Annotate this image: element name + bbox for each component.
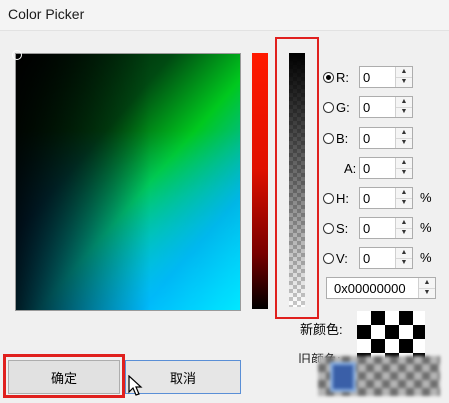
spin-down-icon[interactable]: ▼ bbox=[396, 258, 412, 268]
spin-s[interactable]: ▲ ▼ bbox=[359, 217, 413, 239]
channel-label-v: V: bbox=[336, 250, 348, 266]
spin-h[interactable]: ▲ ▼ bbox=[359, 187, 413, 209]
window-title: Color Picker bbox=[8, 6, 85, 22]
new-color-label: 新颜色: bbox=[300, 322, 343, 337]
channel-row-r: R: ▲ ▼ bbox=[323, 66, 413, 88]
radio-g[interactable] bbox=[323, 101, 334, 113]
spin-down-icon[interactable]: ▼ bbox=[396, 168, 412, 178]
channel-label-h: H: bbox=[336, 190, 349, 206]
spin-input-h[interactable] bbox=[363, 190, 393, 206]
spin-arrows-g: ▲ ▼ bbox=[395, 97, 412, 117]
old-color-swatch bbox=[318, 356, 440, 396]
radio-h[interactable] bbox=[323, 192, 334, 204]
hex-spin-arrows: ▲ ▼ bbox=[418, 278, 435, 298]
spin-input-g[interactable] bbox=[363, 99, 393, 115]
spin-down-icon[interactable]: ▼ bbox=[419, 288, 435, 298]
spin-input-a[interactable] bbox=[363, 160, 393, 176]
hex-input[interactable] bbox=[334, 280, 414, 296]
sv-dark-layer bbox=[16, 54, 240, 310]
percent-label-h: % bbox=[420, 190, 432, 205]
spin-arrows-h: ▲ ▼ bbox=[395, 188, 412, 208]
channel-label-r: R: bbox=[336, 69, 349, 85]
alpha-slider[interactable] bbox=[289, 53, 305, 307]
spin-v[interactable]: ▲ ▼ bbox=[359, 247, 413, 269]
spin-down-icon[interactable]: ▼ bbox=[396, 77, 412, 87]
radio-b[interactable] bbox=[323, 132, 334, 144]
radio-s[interactable] bbox=[323, 222, 334, 234]
spin-r[interactable]: ▲ ▼ bbox=[359, 66, 413, 88]
spin-b[interactable]: ▲ ▼ bbox=[359, 127, 413, 149]
channel-row-v: V: ▲ ▼ % bbox=[323, 247, 432, 269]
hex-spin[interactable]: ▲ ▼ bbox=[326, 277, 436, 299]
spin-down-icon[interactable]: ▼ bbox=[396, 107, 412, 117]
channel-row-g: G: ▲ ▼ bbox=[323, 96, 413, 118]
blurred-app-icon bbox=[330, 362, 356, 392]
spin-a[interactable]: ▲ ▼ bbox=[359, 157, 413, 179]
channel-label-g: G: bbox=[336, 99, 350, 115]
mouse-pointer-icon bbox=[128, 375, 143, 396]
spin-input-b[interactable] bbox=[363, 130, 393, 146]
channel-label-b: B: bbox=[336, 130, 349, 146]
channel-label-s: S: bbox=[336, 220, 349, 236]
spin-input-s[interactable] bbox=[363, 220, 393, 236]
radio-v[interactable] bbox=[323, 252, 334, 264]
ok-button[interactable]: 确定 bbox=[8, 360, 120, 394]
spin-arrows-v: ▲ ▼ bbox=[395, 248, 412, 268]
spin-down-icon[interactable]: ▼ bbox=[396, 138, 412, 148]
spin-down-icon[interactable]: ▼ bbox=[396, 198, 412, 208]
spin-arrows-b: ▲ ▼ bbox=[395, 128, 412, 148]
color-slider[interactable] bbox=[252, 53, 268, 309]
spin-down-icon[interactable]: ▼ bbox=[396, 228, 412, 238]
radio-r[interactable] bbox=[323, 71, 334, 83]
title-bar: Color Picker bbox=[0, 0, 449, 31]
spin-g[interactable]: ▲ ▼ bbox=[359, 96, 413, 118]
spin-arrows-a: ▲ ▼ bbox=[395, 158, 412, 178]
channel-row-s: S: ▲ ▼ % bbox=[323, 217, 432, 239]
spin-input-v[interactable] bbox=[363, 250, 393, 266]
sv-cursor-icon[interactable] bbox=[12, 50, 22, 60]
percent-label-s: % bbox=[420, 220, 432, 235]
spin-input-r[interactable] bbox=[363, 69, 393, 85]
channel-row-a: A: ▲ ▼ bbox=[323, 157, 413, 179]
spin-arrows-s: ▲ ▼ bbox=[395, 218, 412, 238]
percent-label-v: % bbox=[420, 250, 432, 265]
saturation-value-area[interactable] bbox=[12, 50, 241, 311]
channel-row-h: H: ▲ ▼ % bbox=[323, 187, 432, 209]
channel-row-b: B: ▲ ▼ bbox=[323, 127, 413, 149]
spin-arrows-r: ▲ ▼ bbox=[395, 67, 412, 87]
